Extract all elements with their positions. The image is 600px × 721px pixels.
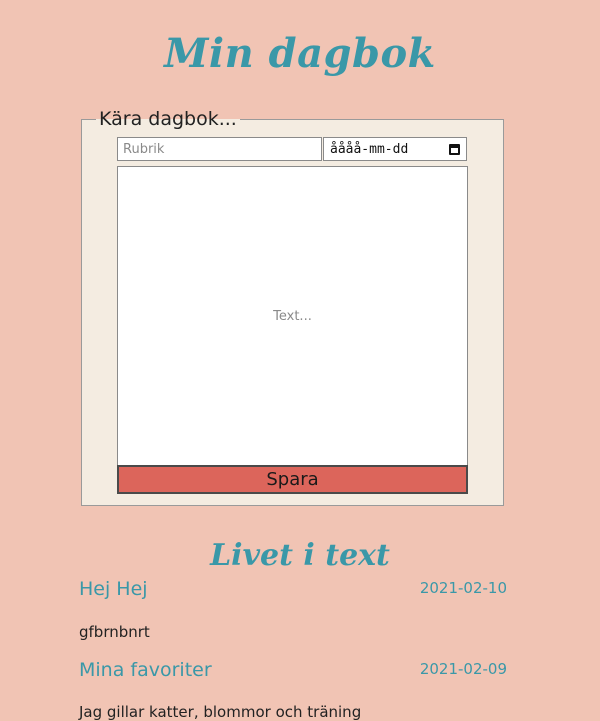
entry-title: Hej Hej: [79, 578, 148, 600]
entry-date: 2021-02-09: [419, 660, 507, 678]
date-placeholder: åååå-mm-dd: [330, 141, 409, 157]
save-button[interactable]: Spara: [117, 465, 468, 494]
page-title: Min dagbok: [164, 30, 436, 77]
entries-section-title: Livet i text: [210, 538, 390, 573]
text-area[interactable]: Text...: [117, 166, 468, 466]
title-input[interactable]: [117, 137, 322, 161]
calendar-icon[interactable]: [449, 143, 460, 155]
entry-title: Mina favoriter: [79, 659, 212, 681]
text-placeholder: Text...: [273, 308, 312, 324]
entry-body: Jag gillar katter, blommor och träning: [79, 703, 362, 721]
form-legend: Kära dagbok...: [99, 108, 237, 130]
date-input[interactable]: åååå-mm-dd: [323, 137, 467, 161]
entry-body: gfbrnbnrt: [79, 623, 150, 641]
entry-date: 2021-02-10: [419, 579, 507, 597]
